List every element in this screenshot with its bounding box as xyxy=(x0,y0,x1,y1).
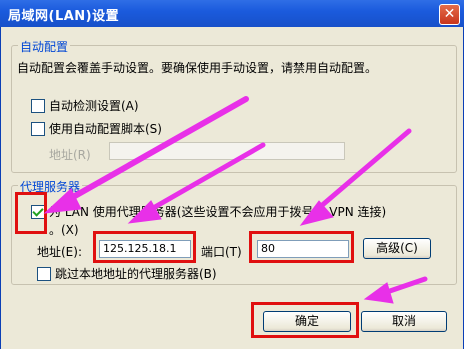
window-title: 局域网(LAN)设置 xyxy=(8,9,120,24)
arrow-to-use-proxy xyxy=(43,96,249,214)
annotation-arrows xyxy=(43,96,428,304)
lan-settings-dialog: 自动配置 自动配置会覆盖手动设置。要确保使用手动设置，请禁用自动配置。 自动检测… xyxy=(0,27,464,349)
arrow-to-ok-button xyxy=(363,276,428,304)
close-icon: ✕ xyxy=(443,6,456,22)
close-button[interactable]: ✕ xyxy=(439,4,460,25)
arrow-to-proxy-port xyxy=(299,128,412,226)
title-bar: 局域网(LAN)设置 ✕ xyxy=(0,0,464,27)
